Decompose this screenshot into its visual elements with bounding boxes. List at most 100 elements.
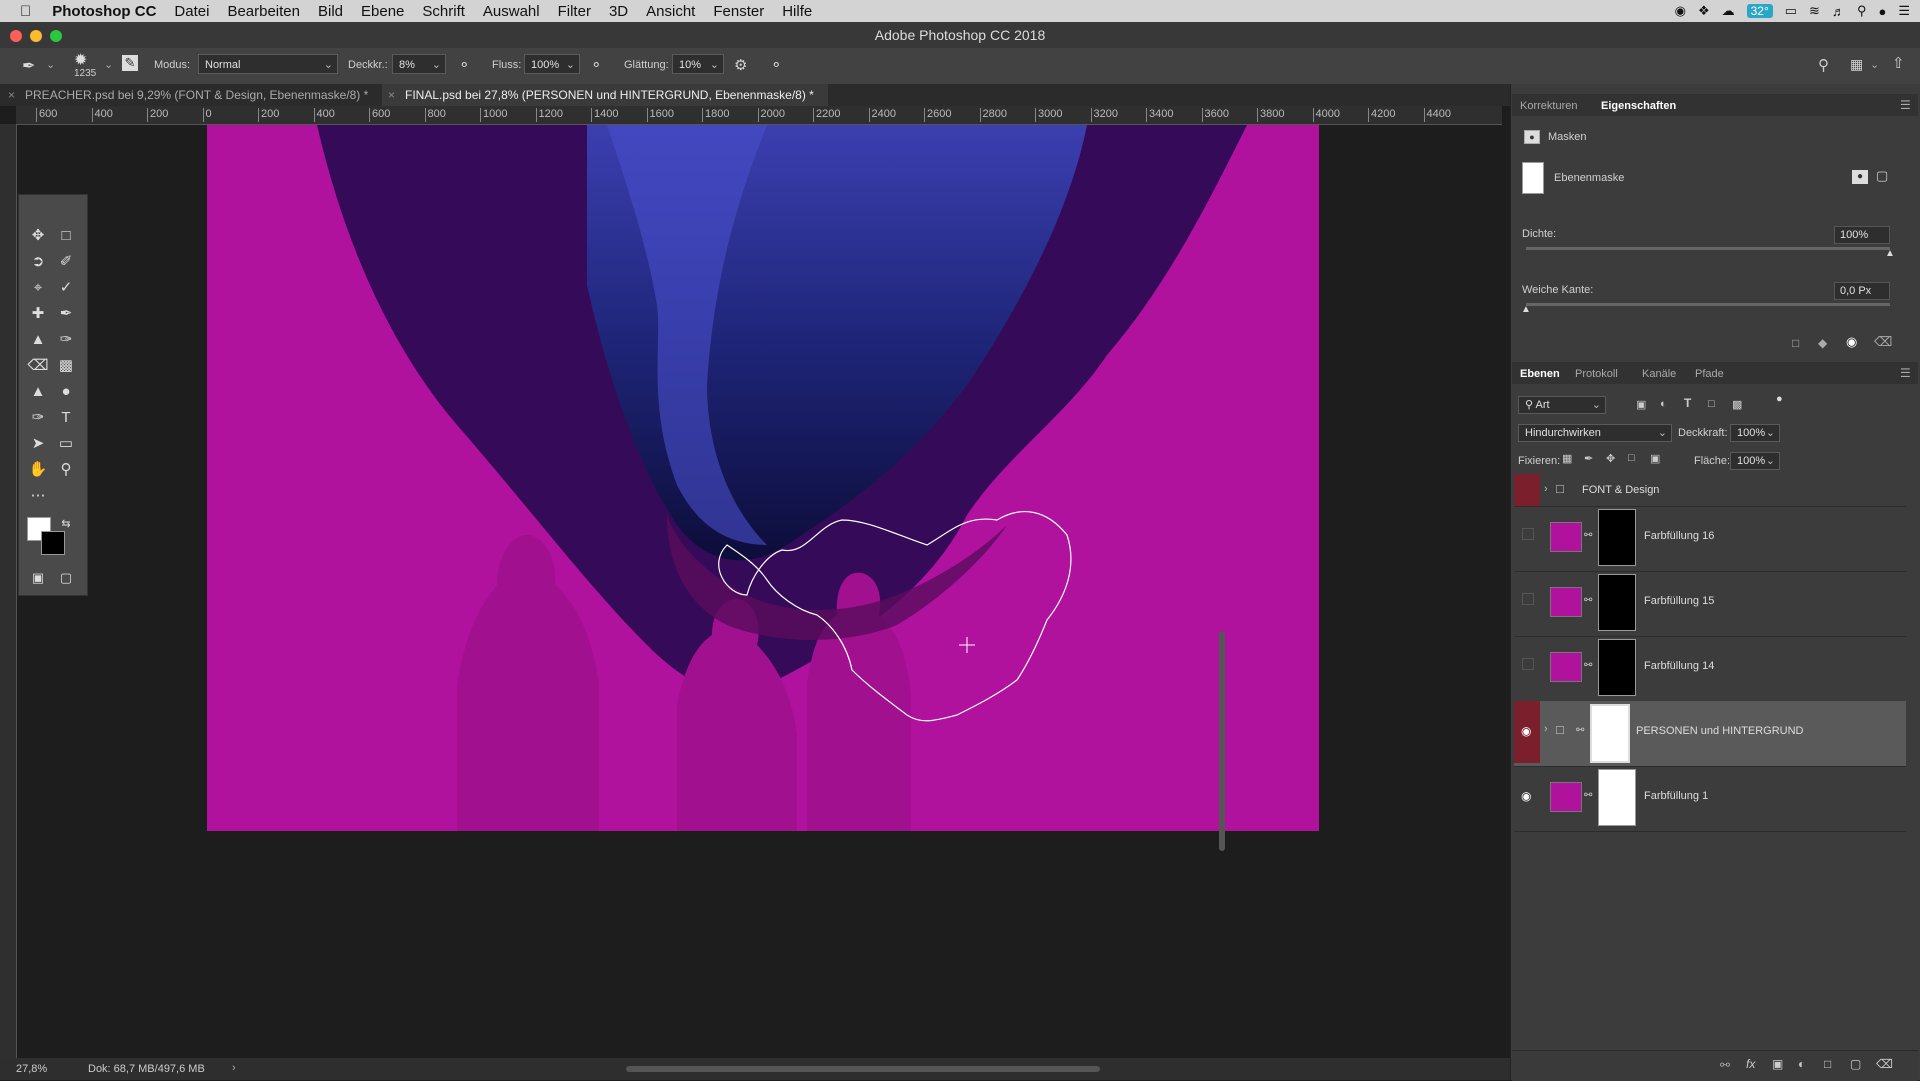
load-selection-icon[interactable]: □ bbox=[1792, 336, 1799, 350]
link-chain-icon[interactable]: ⚯ bbox=[1584, 530, 1592, 541]
lasso-tool-icon[interactable]: ➲ bbox=[25, 251, 51, 273]
layer-mask-thumbnail[interactable] bbox=[1598, 509, 1636, 566]
feather-input[interactable]: 0,0 Px bbox=[1834, 282, 1890, 300]
visibility-toggle[interactable] bbox=[1514, 636, 1540, 698]
workspace-chevron-icon[interactable]: ⌄ bbox=[1870, 58, 1879, 71]
wifi-icon[interactable]: ≋ bbox=[1809, 3, 1820, 19]
tab-preacher[interactable]: ×PREACHER.psd bei 9,29% (FONT & Design, … bbox=[0, 84, 388, 106]
opacity-input[interactable]: 8% ⌄ bbox=[392, 54, 446, 74]
layer-mask-thumbnail[interactable] bbox=[1598, 769, 1636, 826]
flow-input[interactable]: 100% ⌄ bbox=[524, 54, 580, 74]
menu-hilfe[interactable]: Hilfe bbox=[773, 3, 821, 20]
more-tools-icon[interactable]: ⋯ bbox=[25, 485, 51, 507]
tab-korrekturen[interactable]: Korrekturen bbox=[1520, 100, 1577, 112]
type-tool-icon[interactable]: T bbox=[53, 407, 79, 429]
zoom-tool-icon[interactable]: ⚲ bbox=[53, 459, 79, 481]
history-brush-tool-icon[interactable]: ✑ bbox=[53, 329, 79, 351]
brush-tool-icon[interactable]: ✒ bbox=[22, 56, 35, 76]
move-tool-icon[interactable]: ✥ bbox=[25, 225, 51, 247]
fill-color-thumbnail[interactable] bbox=[1550, 522, 1582, 552]
brush-tool-icon[interactable]: ✒ bbox=[53, 303, 79, 325]
document-canvas[interactable] bbox=[207, 125, 1319, 831]
add-mask-icon[interactable]: ▣ bbox=[1772, 1057, 1783, 1071]
layer-opacity-input[interactable]: 100% ⌄ bbox=[1730, 424, 1780, 442]
quick-mask-icon[interactable]: ▣ bbox=[25, 567, 51, 589]
brush-preset-icon[interactable]: ✹ bbox=[74, 50, 87, 70]
menu-fenster[interactable]: Fenster bbox=[704, 3, 773, 20]
feather-slider-thumb[interactable]: ▲ bbox=[1521, 304, 1531, 315]
blend-mode-dropdown[interactable]: Hindurchwirken ⌄ bbox=[1518, 424, 1672, 442]
visibility-toggle[interactable] bbox=[1514, 474, 1540, 506]
link-chain-icon[interactable]: ⚯ bbox=[1584, 790, 1592, 801]
pressure-size-icon[interactable]: ⚬ bbox=[770, 56, 783, 74]
chevron-right-icon[interactable]: › bbox=[1544, 483, 1548, 495]
eraser-tool-icon[interactable]: ⌫ bbox=[25, 355, 51, 377]
link-chain-icon[interactable]: ⚯ bbox=[1584, 660, 1592, 671]
layer-row-farbfuellung-14[interactable]: ⚯ Farbfüllung 14 bbox=[1514, 636, 1906, 702]
layer-row-farbfuellung-16[interactable]: ⚯ Farbfüllung 16 bbox=[1514, 506, 1906, 572]
layer-row-farbfuellung-15[interactable]: ⚯ Farbfüllung 15 bbox=[1514, 571, 1906, 637]
tab-final[interactable]: ×FINAL.psd bei 27,8% (PERSONEN und HINTE… bbox=[382, 84, 828, 106]
dropbox-icon[interactable]: ❖ bbox=[1698, 3, 1710, 19]
layer-mask-thumbnail[interactable] bbox=[1598, 639, 1636, 696]
menu-schrift[interactable]: Schrift bbox=[413, 3, 474, 20]
layer-row-personen-hintergrund[interactable]: ◉ › □ ⚯ PERSONEN und HINTERGRUND bbox=[1514, 701, 1906, 767]
delete-mask-trash-icon[interactable]: ⌫ bbox=[1874, 334, 1892, 350]
adjustment-layer-icon[interactable]: ◐ bbox=[1798, 1057, 1805, 1071]
dodge-tool-icon[interactable]: ● bbox=[53, 381, 79, 403]
toggle-mask-eye-icon[interactable]: ◉ bbox=[1846, 334, 1857, 350]
density-input[interactable]: 100% bbox=[1834, 226, 1890, 244]
brush-settings-icon[interactable]: ✎ bbox=[122, 55, 138, 71]
fill-color-thumbnail[interactable] bbox=[1550, 587, 1582, 617]
gradient-tool-icon[interactable]: ▩ bbox=[53, 355, 79, 377]
pixel-mask-button-icon[interactable]: ● bbox=[1852, 170, 1868, 184]
visibility-toggle[interactable] bbox=[1514, 506, 1540, 568]
cloud-icon[interactable]: ☁ bbox=[1722, 3, 1735, 19]
mode-dropdown[interactable]: Normal ⌄ bbox=[198, 54, 338, 74]
lock-all-icon[interactable]: ▣ bbox=[1650, 452, 1660, 465]
vector-mask-button-icon[interactable]: ▢ bbox=[1876, 168, 1888, 184]
chevron-right-icon[interactable]: › bbox=[232, 1062, 236, 1074]
brush-size-value[interactable]: 1235 bbox=[74, 68, 96, 79]
layer-filter-dropdown[interactable]: ⚲ Art ⌄ bbox=[1518, 396, 1606, 414]
healing-brush-tool-icon[interactable]: ✚ bbox=[25, 303, 51, 325]
menu-filter[interactable]: Filter bbox=[549, 3, 600, 20]
apply-mask-icon[interactable]: ◆ bbox=[1818, 336, 1827, 350]
menu-bearbeiten[interactable]: Bearbeiten bbox=[218, 3, 309, 20]
temperature-badge[interactable]: 32° bbox=[1747, 4, 1773, 18]
apple-icon[interactable]:  bbox=[0, 3, 43, 20]
layer-row-farbfuellung-1[interactable]: ◉ ⚯ Farbfüllung 1 bbox=[1514, 766, 1906, 832]
screen-mode-icon[interactable]: ▢ bbox=[53, 567, 79, 589]
clone-stamp-tool-icon[interactable]: ▲ bbox=[25, 329, 51, 351]
artwork-image[interactable] bbox=[207, 125, 1319, 831]
vertical-scrollbar[interactable] bbox=[1219, 631, 1225, 851]
fill-color-thumbnail[interactable] bbox=[1550, 782, 1582, 812]
lock-artboard-icon[interactable]: □ bbox=[1628, 452, 1635, 464]
layers-panel-menu-icon[interactable]: ☰ bbox=[1900, 366, 1911, 380]
siri-icon[interactable]: ● bbox=[1878, 4, 1886, 19]
filter-adjustment-icon[interactable]: ◐ bbox=[1660, 398, 1667, 410]
layer-row-font-design[interactable]: › □ FONT & Design bbox=[1514, 474, 1906, 507]
workspace-icon[interactable]: ▦ bbox=[1850, 56, 1863, 73]
layer-mask-thumbnail[interactable] bbox=[1590, 704, 1630, 763]
menu-auswahl[interactable]: Auswahl bbox=[474, 3, 549, 20]
spotlight-search-icon[interactable]: ⚲ bbox=[1857, 3, 1867, 19]
eyedropper-tool-icon[interactable]: ✓ bbox=[53, 277, 79, 299]
crop-tool-icon[interactable]: ⌖ bbox=[25, 277, 51, 299]
close-tab-icon[interactable]: × bbox=[388, 88, 395, 102]
lock-transparency-icon[interactable]: ▦ bbox=[1562, 452, 1572, 465]
marquee-tool-icon[interactable]: □ bbox=[53, 225, 79, 247]
hand-tool-icon[interactable]: ✋ bbox=[25, 459, 51, 481]
lock-position-icon[interactable]: ✥ bbox=[1606, 452, 1615, 465]
close-tab-icon[interactable]: × bbox=[8, 88, 15, 102]
delete-layer-trash-icon[interactable]: ⌫ bbox=[1876, 1057, 1893, 1071]
filter-smart-object-icon[interactable]: ▩ bbox=[1732, 398, 1742, 411]
menu-datei[interactable]: Datei bbox=[165, 3, 218, 20]
share-icon[interactable]: ⇧ bbox=[1892, 54, 1905, 72]
new-group-folder-icon[interactable]: □ bbox=[1824, 1057, 1831, 1071]
menu-bild[interactable]: Bild bbox=[309, 3, 352, 20]
layer-style-fx-icon[interactable]: fx bbox=[1746, 1057, 1755, 1071]
tab-protokoll[interactable]: Protokoll bbox=[1575, 368, 1618, 380]
fill-input[interactable]: 100% ⌄ bbox=[1730, 452, 1780, 470]
zoom-level[interactable]: 27,8% bbox=[16, 1063, 47, 1075]
